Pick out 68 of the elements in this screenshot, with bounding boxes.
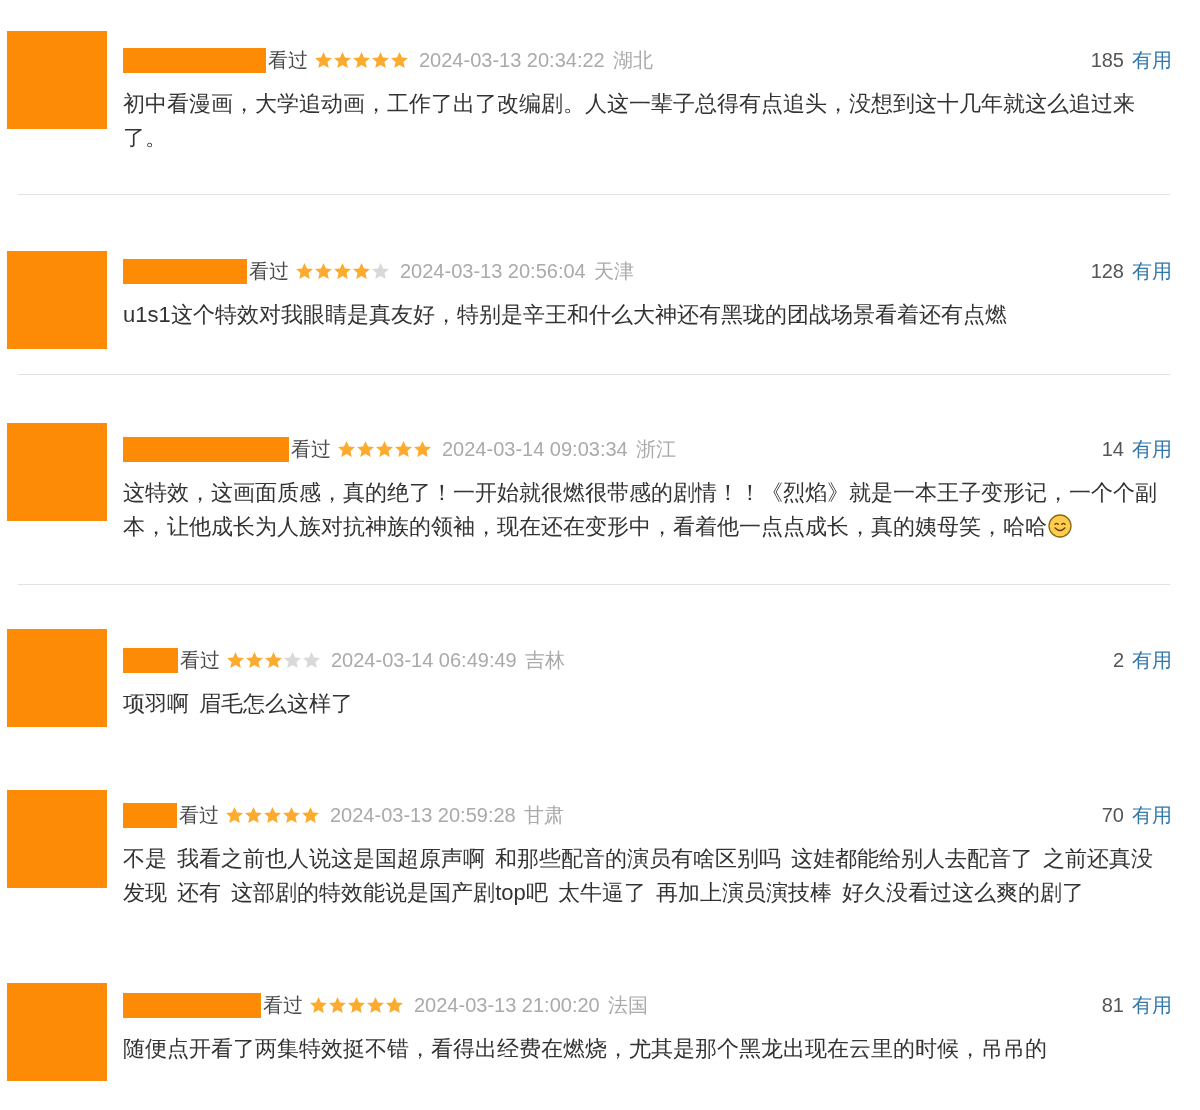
- watch-status: 看过: [268, 47, 308, 73]
- star-icon: [334, 52, 351, 68]
- watch-status: 看过: [263, 992, 303, 1018]
- star-icon: [391, 52, 408, 68]
- star-icon: [227, 652, 244, 668]
- star-icon: [348, 997, 365, 1013]
- vote-count: 128: [1090, 259, 1124, 283]
- star-icon: [310, 997, 327, 1013]
- useful-link[interactable]: 有用: [1132, 46, 1172, 74]
- star-icon: [386, 997, 403, 1013]
- comment-location: 湖北: [612, 47, 653, 73]
- vote-count: 81: [1101, 993, 1124, 1017]
- watch-status: 看过: [179, 802, 219, 828]
- vote-count: 70: [1101, 803, 1124, 827]
- star-icon: [353, 52, 370, 68]
- comment-time: 2024-03-14 09:03:34: [442, 437, 628, 461]
- comment-location: 法国: [607, 992, 648, 1018]
- useful-link[interactable]: 有用: [1132, 435, 1172, 463]
- useful-link[interactable]: 有用: [1132, 257, 1172, 285]
- star-icon: [334, 263, 351, 279]
- comment-time: 2024-03-14 06:49:49: [331, 648, 517, 672]
- star-icon: [376, 441, 393, 457]
- useful-link[interactable]: 有用: [1132, 801, 1172, 829]
- watch-status: 看过: [291, 436, 331, 462]
- star-icon: [302, 807, 319, 823]
- vote-count: 2: [1112, 648, 1124, 672]
- star-icon: [372, 52, 389, 68]
- empty-star-icon: [372, 263, 389, 279]
- star-icon: [246, 652, 263, 668]
- star-icon: [367, 997, 384, 1013]
- redaction-bar: [123, 802, 177, 828]
- comment-text: u1s1这个特效对我眼睛是真友好，特别是辛王和什么大神还有黑珑的团战场景看着还有点燃: [123, 302, 1007, 327]
- useful-link[interactable]: 有用: [1132, 991, 1172, 1019]
- empty-star-icon: [303, 652, 320, 668]
- star-icon: [283, 807, 300, 823]
- comment-text: 项羽啊 眉毛怎么这样了: [123, 691, 354, 716]
- watch-status: 看过: [249, 258, 289, 284]
- comment-time: 2024-03-13 20:59:28: [330, 803, 516, 827]
- star-icon: [265, 652, 282, 668]
- empty-star-icon: [284, 652, 301, 668]
- comment-text: 初中看漫画，大学追动画，工作了出了改编剧。人这一辈子总得有点追头，没想到这十几年就这么追过来了。: [123, 91, 1135, 150]
- star-icon: [315, 52, 332, 68]
- watch-status: 看过: [180, 647, 220, 673]
- star-icon: [296, 263, 313, 279]
- star-icon: [395, 441, 412, 457]
- vote-count: 185: [1090, 48, 1124, 72]
- star-icon: [226, 807, 243, 823]
- comment-time: 2024-03-13 21:00:20: [414, 993, 600, 1017]
- comment-time: 2024-03-13 20:34:22: [419, 48, 605, 72]
- comment-text: 随便点开看了两集特效挺不错，看得出经费在燃烧，尤其是那个黑龙出现在云里的时候，吊吊的: [123, 1036, 1047, 1061]
- star-icon: [264, 807, 281, 823]
- star-icon: [315, 263, 332, 279]
- redaction-bar: [123, 647, 178, 673]
- comment-location: 甘肃: [523, 802, 564, 828]
- star-icon: [329, 997, 346, 1013]
- comment-location: 浙江: [635, 436, 676, 462]
- star-icon: [245, 807, 262, 823]
- comment-time: 2024-03-13 20:56:04: [400, 259, 586, 283]
- star-icon: [353, 263, 370, 279]
- star-icon: [338, 441, 355, 457]
- vote-count: 14: [1101, 437, 1124, 461]
- comment-location: 吉林: [524, 647, 565, 673]
- comment-location: 天津: [593, 258, 634, 284]
- star-icon: [414, 441, 431, 457]
- comment-text: 这特效，这画面质感，真的绝了！一开始就很燃很带感的剧情！！《烈焰》就是一本王子变形记，一个个副本，让他成长为人族对抗神族的领袖，现在还在变形中，看着他一点点成长，真的姨母笑，哈哈: [123, 480, 1157, 539]
- star-icon: [357, 441, 374, 457]
- useful-link[interactable]: 有用: [1132, 646, 1172, 674]
- comment-text: 不是 我看之前也人说这是国超原声啊 和那些配音的演员有啥区别吗 这娃都能给别人去配音了 之前还真没发现 还有 这部剧的特效能说是国产剧top吧 太牛逼了 再加上演员演技棒 好久没看过这么爽的剧了: [123, 846, 1154, 905]
